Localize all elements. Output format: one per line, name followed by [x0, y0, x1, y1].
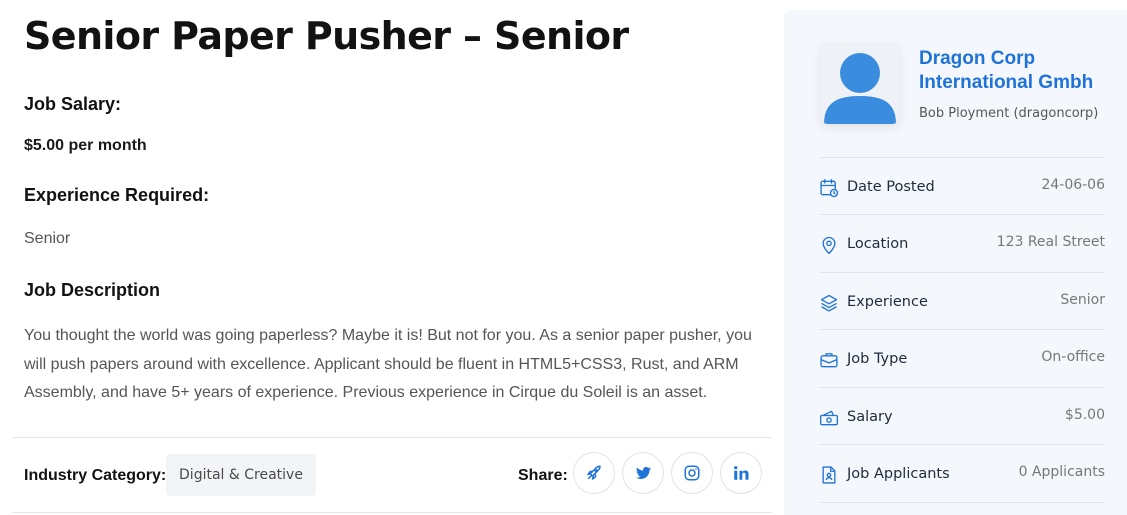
linkedin-icon	[734, 466, 749, 480]
detail-row-date-posted: Date Posted 24-06-06	[819, 173, 1105, 203]
document-user-icon	[822, 466, 836, 484]
share-linkedin-button[interactable]	[720, 452, 762, 494]
company-owner: Bob Ployment (dragoncorp)	[919, 106, 1099, 121]
detail-label: Salary	[847, 409, 893, 425]
detail-value: 24-06-06	[1041, 177, 1105, 193]
detail-label: Experience	[847, 294, 928, 310]
sidebar-divider	[819, 157, 1105, 158]
sidebar-divider	[819, 502, 1105, 503]
instagram-icon	[684, 465, 700, 481]
calendar-icon	[820, 179, 839, 198]
job-details-main: Senior Paper Pusher – Senior Job Salary:…	[0, 0, 784, 515]
detail-value: 123 Real Street	[996, 234, 1105, 250]
salary-value: $5.00 per month	[24, 137, 147, 154]
sidebar-divider	[819, 214, 1105, 215]
share-instagram-button[interactable]	[671, 452, 713, 494]
twitter-icon	[636, 467, 651, 479]
company-sidebar: Dragon Corp International Gmbh Bob Ploym…	[784, 10, 1127, 515]
user-placeholder-icon	[824, 53, 896, 124]
sidebar-divider	[819, 272, 1105, 273]
share-twitter-button[interactable]	[622, 452, 664, 494]
detail-label: Location	[847, 236, 909, 252]
detail-label: Job Applicants	[847, 466, 950, 482]
detail-row-job-type: Job Type On-office	[819, 345, 1105, 375]
sidebar-divider	[819, 329, 1105, 330]
detail-row-salary: Salary $5.00	[819, 403, 1105, 433]
detail-row-experience: Experience Senior	[819, 288, 1105, 318]
detail-label: Date Posted	[847, 179, 935, 195]
location-pin-icon	[822, 236, 836, 255]
detail-value: Senior	[1060, 292, 1105, 308]
description-heading: Job Description	[24, 280, 161, 300]
money-icon	[820, 410, 838, 426]
divider	[12, 512, 772, 513]
detail-row-job-applicants: Job Applicants 0 Applicants	[819, 460, 1105, 490]
job-title: Senior Paper Pusher – Senior	[24, 14, 629, 58]
experience-heading: Experience Required:	[24, 185, 210, 205]
detail-value: On-office	[1041, 349, 1105, 365]
industry-category-tag[interactable]: Digital & Creative	[166, 454, 316, 496]
experience-value: Senior	[24, 230, 71, 247]
detail-label: Job Type	[847, 351, 908, 367]
share-label: Share:	[518, 467, 568, 484]
divider	[12, 437, 772, 438]
industry-category-label: Industry Category:	[24, 467, 167, 484]
company-avatar[interactable]	[820, 42, 900, 124]
job-description: You thought the world was going paperles…	[24, 327, 752, 401]
detail-value: 0 Applicants	[1018, 464, 1105, 480]
sidebar-divider	[819, 444, 1105, 445]
layers-icon	[820, 294, 838, 312]
sidebar-divider	[819, 387, 1105, 388]
share-rocket-button[interactable]	[573, 452, 615, 494]
rocket-icon	[587, 465, 601, 480]
salary-heading: Job Salary:	[24, 94, 122, 114]
briefcase-icon	[820, 353, 838, 368]
detail-row-location: Location 123 Real Street	[819, 230, 1105, 260]
company-name-link[interactable]: Dragon Corp International Gmbh	[919, 47, 1119, 95]
detail-value: $5.00	[1064, 407, 1105, 423]
